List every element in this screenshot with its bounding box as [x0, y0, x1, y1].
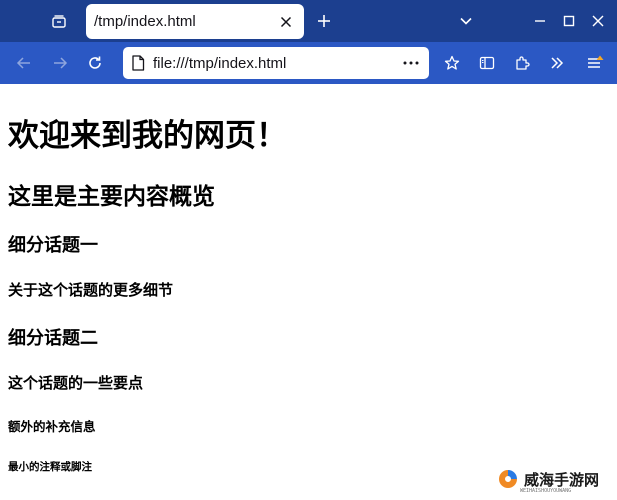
- hamburger-icon: [588, 55, 604, 68]
- extensions-button[interactable]: [510, 51, 534, 75]
- file-icon: [132, 55, 145, 71]
- tab-bar: /tmp/index.html: [0, 0, 617, 42]
- arrow-left-icon: [16, 57, 30, 69]
- close-window-button[interactable]: [586, 9, 610, 33]
- maximize-button[interactable]: [557, 9, 581, 33]
- heading-6-footnote: 最小的注释或脚注: [8, 461, 92, 473]
- close-icon: [592, 15, 604, 27]
- maximize-icon: [563, 15, 575, 27]
- save-to-pocket-button[interactable]: [440, 51, 464, 75]
- sidebar-button[interactable]: [475, 51, 499, 75]
- tab-title: /tmp/index.html: [94, 13, 196, 30]
- heading-3-topic-two: 细分话题二: [8, 328, 98, 349]
- arrow-right-icon: [54, 57, 68, 69]
- watermark-text: 威海手游网: [524, 470, 600, 489]
- close-tab-button[interactable]: [274, 10, 298, 34]
- tab-active[interactable]: /tmp/index.html: [86, 4, 304, 39]
- page-actions-button[interactable]: [397, 51, 425, 75]
- sidebar-icon: [479, 56, 495, 70]
- close-icon: [280, 16, 292, 27]
- app-menu-button[interactable]: [583, 51, 607, 75]
- tab-list-button[interactable]: [46, 11, 72, 33]
- reload-icon: [89, 56, 101, 69]
- back-button[interactable]: [12, 51, 36, 75]
- plus-icon: [318, 15, 330, 27]
- forward-button[interactable]: [48, 51, 72, 75]
- url-bar[interactable]: file:///tmp/index.html: [123, 47, 429, 79]
- watermark-subtext: WEIHAISHOUYOUWANG: [520, 488, 572, 494]
- chevron-down-icon: [460, 17, 472, 25]
- heading-1: 欢迎来到我的网页！: [8, 118, 287, 154]
- heading-5-extra-info: 额外的补充信息: [8, 419, 96, 434]
- logo-icon: [499, 470, 517, 488]
- more-tools-button[interactable]: [545, 51, 569, 75]
- tab-list-icon: [52, 15, 66, 28]
- puzzle-icon: [516, 56, 530, 70]
- heading-4-topic-two-points: 这个话题的一些要点: [8, 374, 144, 392]
- list-all-tabs-button[interactable]: [454, 9, 478, 33]
- reload-button[interactable]: [83, 51, 107, 75]
- minimize-icon: [535, 20, 545, 22]
- url-text[interactable]: file:///tmp/index.html: [153, 55, 397, 72]
- heading-3-topic-one: 细分话题一: [8, 235, 98, 256]
- minimize-button[interactable]: [528, 9, 552, 33]
- new-tab-button[interactable]: [312, 9, 336, 33]
- heading-2: 这里是主要内容概览: [8, 184, 215, 210]
- heading-4-topic-one-details: 关于这个话题的更多细节: [8, 281, 174, 299]
- ellipsis-icon: [403, 61, 419, 65]
- star-icon: [444, 55, 460, 70]
- double-chevron-icon: [551, 57, 564, 69]
